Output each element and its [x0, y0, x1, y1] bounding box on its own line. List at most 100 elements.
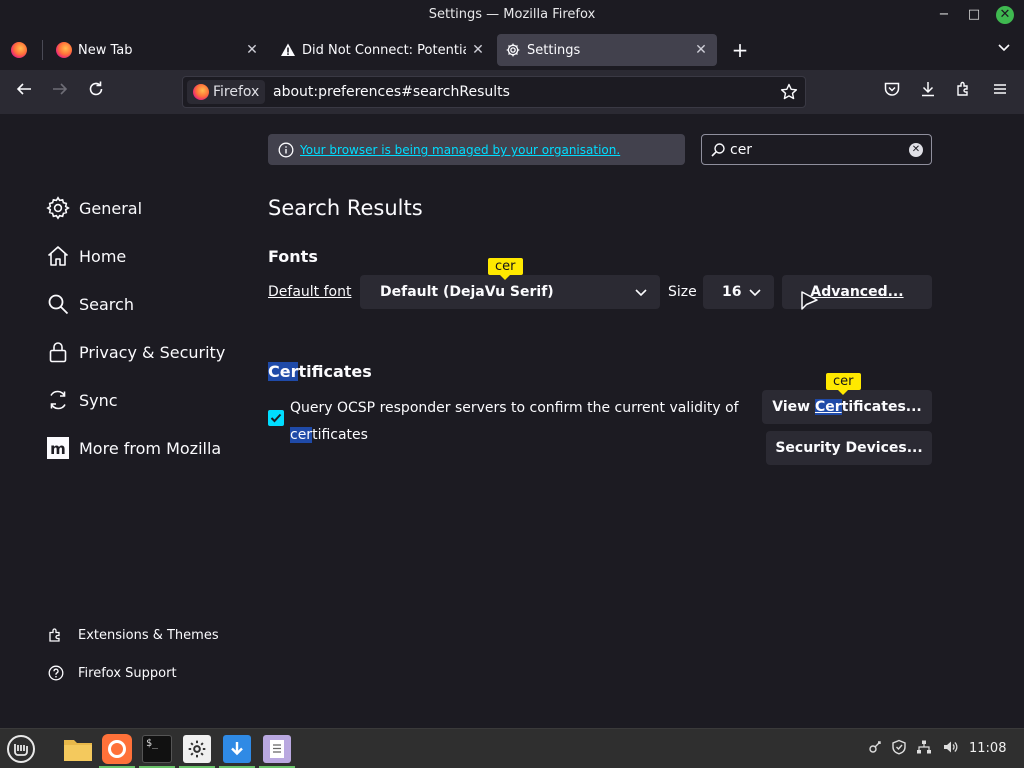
- lock-icon: [46, 340, 70, 364]
- reload-button[interactable]: [84, 80, 108, 104]
- pocket-icon[interactable]: [880, 80, 904, 104]
- system-taskbar: $_ 11:08: [0, 728, 1024, 768]
- window-titlebar: Settings — Mozilla Firefox − □ ✕: [0, 0, 1024, 30]
- sidebar-item-label: Privacy & Security: [79, 342, 226, 362]
- update-icon[interactable]: [219, 733, 255, 768]
- fonts-heading: Fonts: [268, 247, 318, 266]
- settings-search-box[interactable]: ✕: [701, 134, 932, 165]
- window-title: Settings — Mozilla Firefox: [428, 7, 596, 22]
- identity-label: Firefox: [213, 84, 260, 100]
- sidebar-item-privacy[interactable]: Privacy & Security: [46, 337, 225, 367]
- maximize-button[interactable]: □: [965, 6, 983, 24]
- back-button[interactable]: [12, 80, 36, 104]
- policies-notice: Your browser is being managed by your or…: [268, 134, 685, 165]
- size-label-text: Size: [668, 284, 697, 300]
- warning-icon: [280, 42, 296, 58]
- chevron-down-icon: [748, 285, 762, 299]
- forward-button[interactable]: [48, 80, 72, 104]
- url-bar[interactable]: Firefox about:preferences#searchResults: [182, 76, 806, 108]
- text-editor-icon[interactable]: [259, 733, 295, 768]
- settings-icon[interactable]: [179, 733, 215, 768]
- default-font-value: Default (DejaVu Serif): [380, 284, 554, 300]
- sidebar-item-search[interactable]: Search: [46, 289, 134, 319]
- sidebar-item-general[interactable]: General: [46, 193, 142, 223]
- default-font-label: Default font: [268, 284, 351, 300]
- sidebar-item-label: Firefox Support: [78, 665, 177, 681]
- ocsp-checkbox[interactable]: [268, 410, 284, 426]
- tab-label: Did Not Connect: Potential: [302, 42, 466, 58]
- close-tab-icon[interactable]: ✕: [244, 42, 260, 58]
- policies-link[interactable]: Your browser is being managed by your or…: [300, 143, 620, 157]
- tab-did-not-connect[interactable]: Did Not Connect: Potential ✕: [272, 34, 494, 66]
- terminal-icon[interactable]: $_: [139, 733, 175, 768]
- bookmark-star-icon[interactable]: [779, 82, 799, 102]
- volume-icon[interactable]: [941, 739, 959, 757]
- search-match-badge: cer: [826, 373, 861, 395]
- search-input[interactable]: [730, 139, 900, 161]
- certificates-heading: Certificates: [268, 362, 372, 381]
- puzzle-icon: [48, 627, 64, 643]
- mint-menu-icon[interactable]: [5, 733, 37, 765]
- sidebar-item-more-from-mozilla[interactable]: m More from Mozilla: [46, 433, 221, 463]
- extensions-icon[interactable]: [952, 80, 976, 104]
- identity-box[interactable]: Firefox: [187, 80, 266, 104]
- shield-icon[interactable]: [890, 739, 908, 757]
- sync-icon: [46, 388, 70, 412]
- tab-bar: New Tab ✕ Did Not Connect: Potential ✕ S…: [0, 30, 1024, 70]
- sidebar-item-extensions[interactable]: Extensions & Themes: [48, 625, 219, 645]
- close-tab-icon[interactable]: ✕: [470, 42, 486, 58]
- search-icon: [46, 292, 70, 316]
- close-window-button[interactable]: ✕: [996, 6, 1014, 24]
- default-font-select[interactable]: Default (DejaVu Serif): [360, 275, 660, 309]
- url-text[interactable]: about:preferences#searchResults: [273, 84, 510, 100]
- search-match-badge: cer: [488, 258, 523, 280]
- page-title: Search Results: [268, 196, 423, 220]
- system-clock[interactable]: 11:08: [969, 741, 1006, 756]
- highlight: Cer: [814, 399, 842, 415]
- files-icon[interactable]: [62, 733, 94, 765]
- font-size-select[interactable]: 16: [703, 275, 774, 309]
- button-text: View: [772, 399, 815, 415]
- ocsp-line1: Query OCSP responder servers to confirm …: [290, 400, 739, 416]
- highlight: Cer: [268, 362, 299, 381]
- firefox-view-icon[interactable]: [11, 42, 27, 62]
- sidebar-item-label: General: [79, 198, 143, 218]
- settings-page: Your browser is being managed by your or…: [0, 114, 1024, 728]
- firefox-icon: [56, 42, 72, 58]
- svg-text:m: m: [50, 440, 66, 458]
- tab-label: Settings: [527, 42, 581, 58]
- tab-label: New Tab: [78, 42, 133, 58]
- info-icon: [278, 142, 294, 158]
- firefox-taskbar-icon[interactable]: [99, 733, 135, 768]
- gear-icon: [505, 42, 521, 58]
- ocsp-line2-rest: tificates: [312, 427, 368, 443]
- ocsp-label[interactable]: Query OCSP responder servers to confirm …: [290, 395, 750, 449]
- tab-new-tab[interactable]: New Tab ✕: [48, 34, 268, 66]
- highlight: cer: [290, 427, 313, 443]
- gear-icon: [46, 196, 70, 220]
- downloads-icon[interactable]: [916, 80, 940, 104]
- sidebar-item-label: Home: [79, 246, 127, 266]
- new-tab-button[interactable]: +: [728, 38, 752, 62]
- clear-search-icon[interactable]: ✕: [909, 143, 923, 157]
- network-tools-icon[interactable]: [866, 739, 884, 757]
- list-all-tabs-button[interactable]: [992, 38, 1016, 62]
- view-certificates-button[interactable]: View Cer tificates...: [762, 390, 932, 424]
- security-devices-button[interactable]: Security Devices...: [766, 431, 932, 465]
- firefox-icon: [193, 84, 209, 100]
- sidebar-item-sync[interactable]: Sync: [46, 385, 118, 415]
- sidebar-item-home[interactable]: Home: [46, 241, 126, 271]
- home-icon: [46, 244, 70, 268]
- size-label: Size: [668, 284, 697, 300]
- help-icon: [48, 665, 64, 681]
- close-tab-icon[interactable]: ✕: [693, 42, 709, 58]
- network-icon[interactable]: [915, 739, 933, 757]
- tab-settings[interactable]: Settings ✕: [497, 34, 717, 66]
- font-size-value: 16: [722, 284, 742, 300]
- menu-icon[interactable]: [988, 80, 1012, 104]
- minimize-button[interactable]: −: [935, 6, 953, 24]
- chevron-down-icon: [634, 285, 648, 299]
- sidebar-item-label: More from Mozilla: [79, 438, 222, 458]
- sidebar-item-support[interactable]: Firefox Support: [48, 663, 177, 683]
- search-icon: [710, 142, 726, 158]
